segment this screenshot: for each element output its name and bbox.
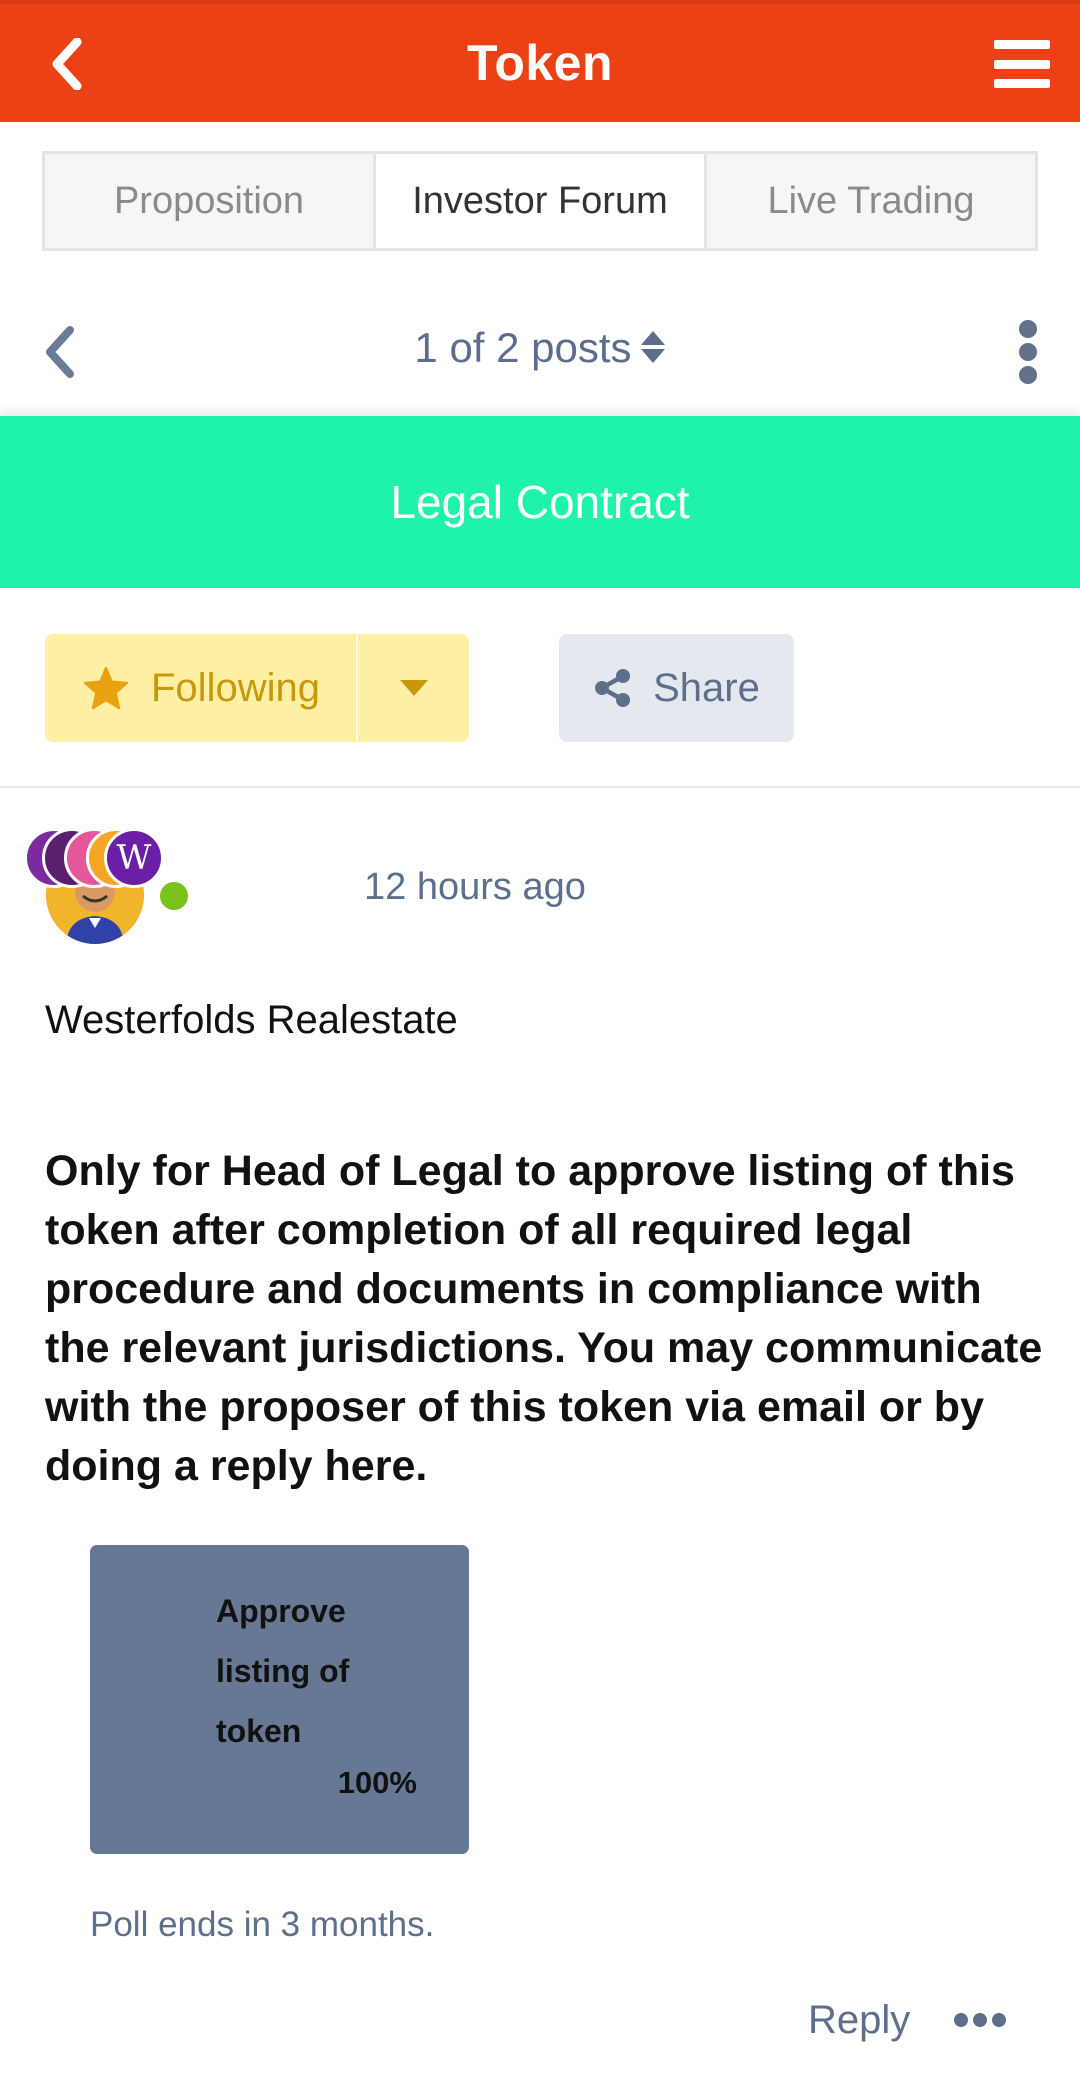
poll-ends-text: Poll ends in 3 months. [90,1905,435,1944]
share-button[interactable]: Share [559,634,794,742]
ellipsis-icon[interactable] [954,2005,1006,2035]
hamburger-menu-icon[interactable] [994,40,1050,88]
sort-icon [640,327,666,375]
post-actions: Following Share [0,588,1080,788]
app-header: Token [0,0,1080,122]
post-counter-label: 1 of 2 posts [414,324,632,371]
tab-investor-forum[interactable]: Investor Forum [376,154,707,248]
post-counter[interactable]: 1 of 2 posts [0,324,1080,375]
poll-option-percent: 100% [337,1765,417,1800]
tab-live-trading[interactable]: Live Trading [707,154,1035,248]
star-icon [83,666,129,710]
online-status-dot [156,878,192,914]
follow-group: Following [45,634,469,742]
caret-down-icon [399,680,428,696]
post-navigator: 1 of 2 posts [0,290,1080,416]
chevron-left-icon [52,38,82,90]
kebab-menu-icon[interactable] [1016,320,1040,384]
reply-button[interactable]: Reply [808,1998,910,2043]
author-avatar-group[interactable]: W [22,828,202,948]
tab-proposition[interactable]: Proposition [45,154,376,248]
tab-bar: Proposition Investor Forum Live Trading [42,151,1038,251]
page-title: Token [466,35,614,91]
poll-option-label: Approve listing of token [216,1593,350,1749]
poll-option-card[interactable]: Approve listing of token 100% [90,1545,469,1854]
post-body: Only for Head of Legal to approve listin… [45,1147,1043,1490]
following-label: Following [151,665,320,710]
following-button[interactable]: Following [45,634,356,742]
follow-options-dropdown[interactable] [358,634,469,742]
share-icon [595,669,631,707]
category-banner: Legal Contract [0,416,1080,588]
category-title: Legal Contract [390,476,690,528]
participant-avatar-w: W [104,828,164,888]
share-label: Share [653,665,760,710]
back-button[interactable] [36,34,96,94]
post-timestamp[interactable]: 12 hours ago [364,866,586,909]
author-name[interactable]: Westerfolds Realestate [45,998,458,1043]
